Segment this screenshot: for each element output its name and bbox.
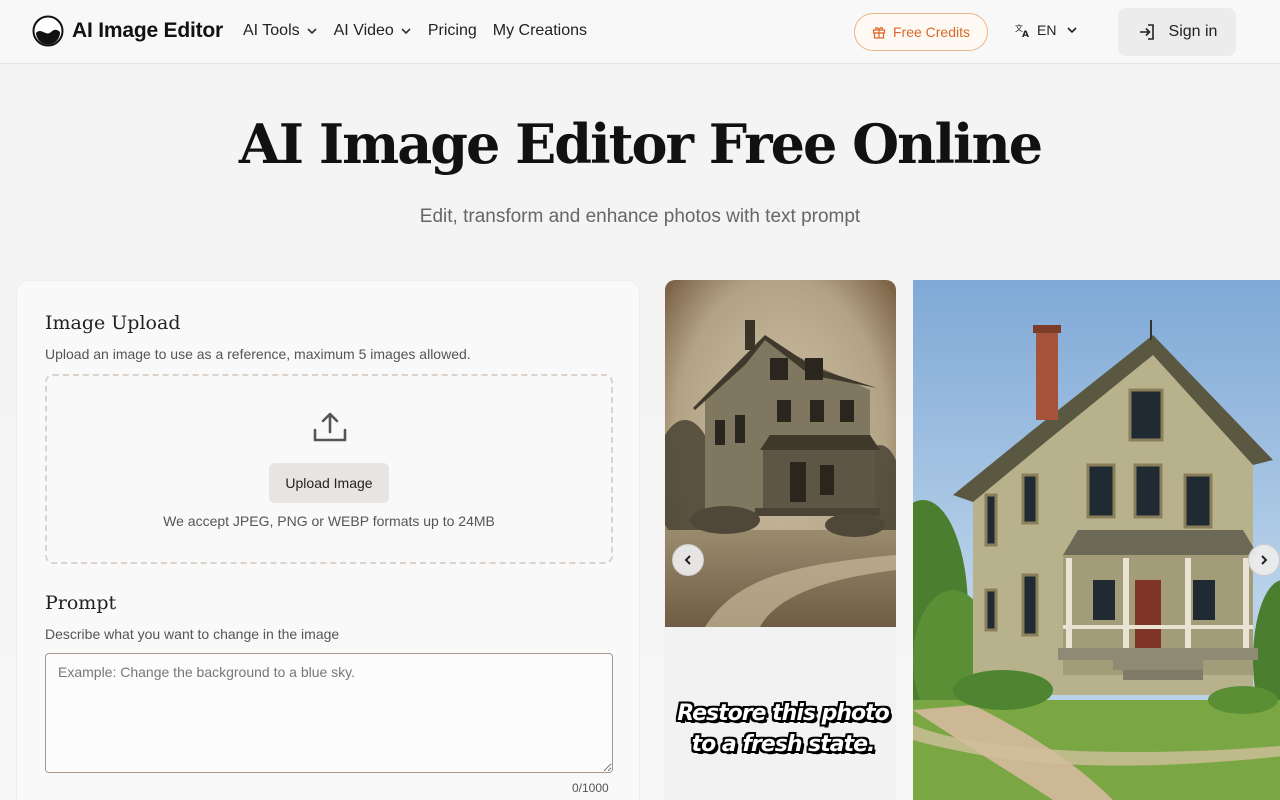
upload-dropzone[interactable]: Upload Image We accept JPEG, PNG or WEBP… [45, 374, 613, 564]
editor-panel: Image Upload Upload an image to use as a… [16, 280, 640, 800]
sign-in-label: Sign in [1168, 23, 1218, 40]
chevron-down-icon [401, 28, 411, 35]
example-carousel: Restore this photo to a fresh state. [664, 280, 1280, 800]
prompt-input[interactable] [45, 653, 613, 773]
image-upload-title: Image Upload [45, 312, 181, 334]
language-label: EN [1037, 22, 1057, 38]
login-icon [1139, 24, 1154, 40]
svg-text:A: A [1022, 30, 1029, 38]
upload-format-hint: We accept JPEG, PNG or WEBP formats up t… [163, 513, 495, 529]
chevron-left-icon [684, 555, 691, 565]
image-upload-description: Upload an image to use as a reference, m… [45, 346, 471, 362]
nav-ai-tools[interactable]: AI Tools [243, 22, 318, 40]
language-selector[interactable]: 文 A EN [1015, 22, 1078, 38]
chevron-right-icon [1261, 555, 1268, 565]
page-subtitle: Edit, transform and enhance photos with … [419, 206, 861, 227]
page-title: AI Image Editor Free Online [238, 112, 1043, 176]
chevron-down-icon [1067, 27, 1078, 34]
translate-icon: 文 A [1015, 23, 1029, 38]
nav-ai-video[interactable]: AI Video [334, 22, 412, 40]
free-credits-label: Free Credits [892, 24, 971, 40]
logo[interactable]: AI Image Editor [32, 15, 223, 47]
upload-icon [313, 412, 347, 442]
before-panel: Restore this photo to a fresh state. [664, 280, 896, 800]
nav-ai-video-label: AI Video [333, 22, 394, 39]
carousel-next-button[interactable] [1248, 544, 1280, 576]
nav-my-creations-label: My Creations [492, 22, 587, 39]
gift-icon [872, 27, 886, 39]
top-header: AI Image Editor AI Tools AI Video Pricin… [0, 0, 1280, 64]
prompt-char-counter: 0/1000 [572, 781, 609, 795]
caption-line-1: Restore this photo [677, 701, 890, 726]
sign-in-button[interactable]: Sign in [1118, 8, 1236, 56]
free-credits-button[interactable]: Free Credits [854, 13, 988, 51]
prompt-description: Describe what you want to change in the … [45, 626, 340, 642]
chevron-down-icon [307, 28, 317, 35]
main-nav: AI Tools AI Video Pricing My Creations [243, 22, 587, 40]
logo-icon [32, 15, 64, 47]
nav-pricing-label: Pricing [427, 22, 477, 39]
logo-text: AI Image Editor [72, 19, 224, 42]
caption-line-2: to a fresh state. [691, 732, 876, 757]
nav-my-creations[interactable]: My Creations [493, 22, 587, 40]
carousel-prev-button[interactable] [672, 544, 704, 576]
after-photo [913, 280, 1280, 800]
before-photo [665, 280, 896, 627]
example-caption: Restore this photo to a fresh state. [664, 698, 902, 760]
upload-image-button[interactable]: Upload Image [269, 463, 389, 503]
nav-pricing[interactable]: Pricing [428, 22, 477, 40]
nav-ai-tools-label: AI Tools [243, 22, 300, 39]
prompt-title: Prompt [45, 592, 117, 614]
